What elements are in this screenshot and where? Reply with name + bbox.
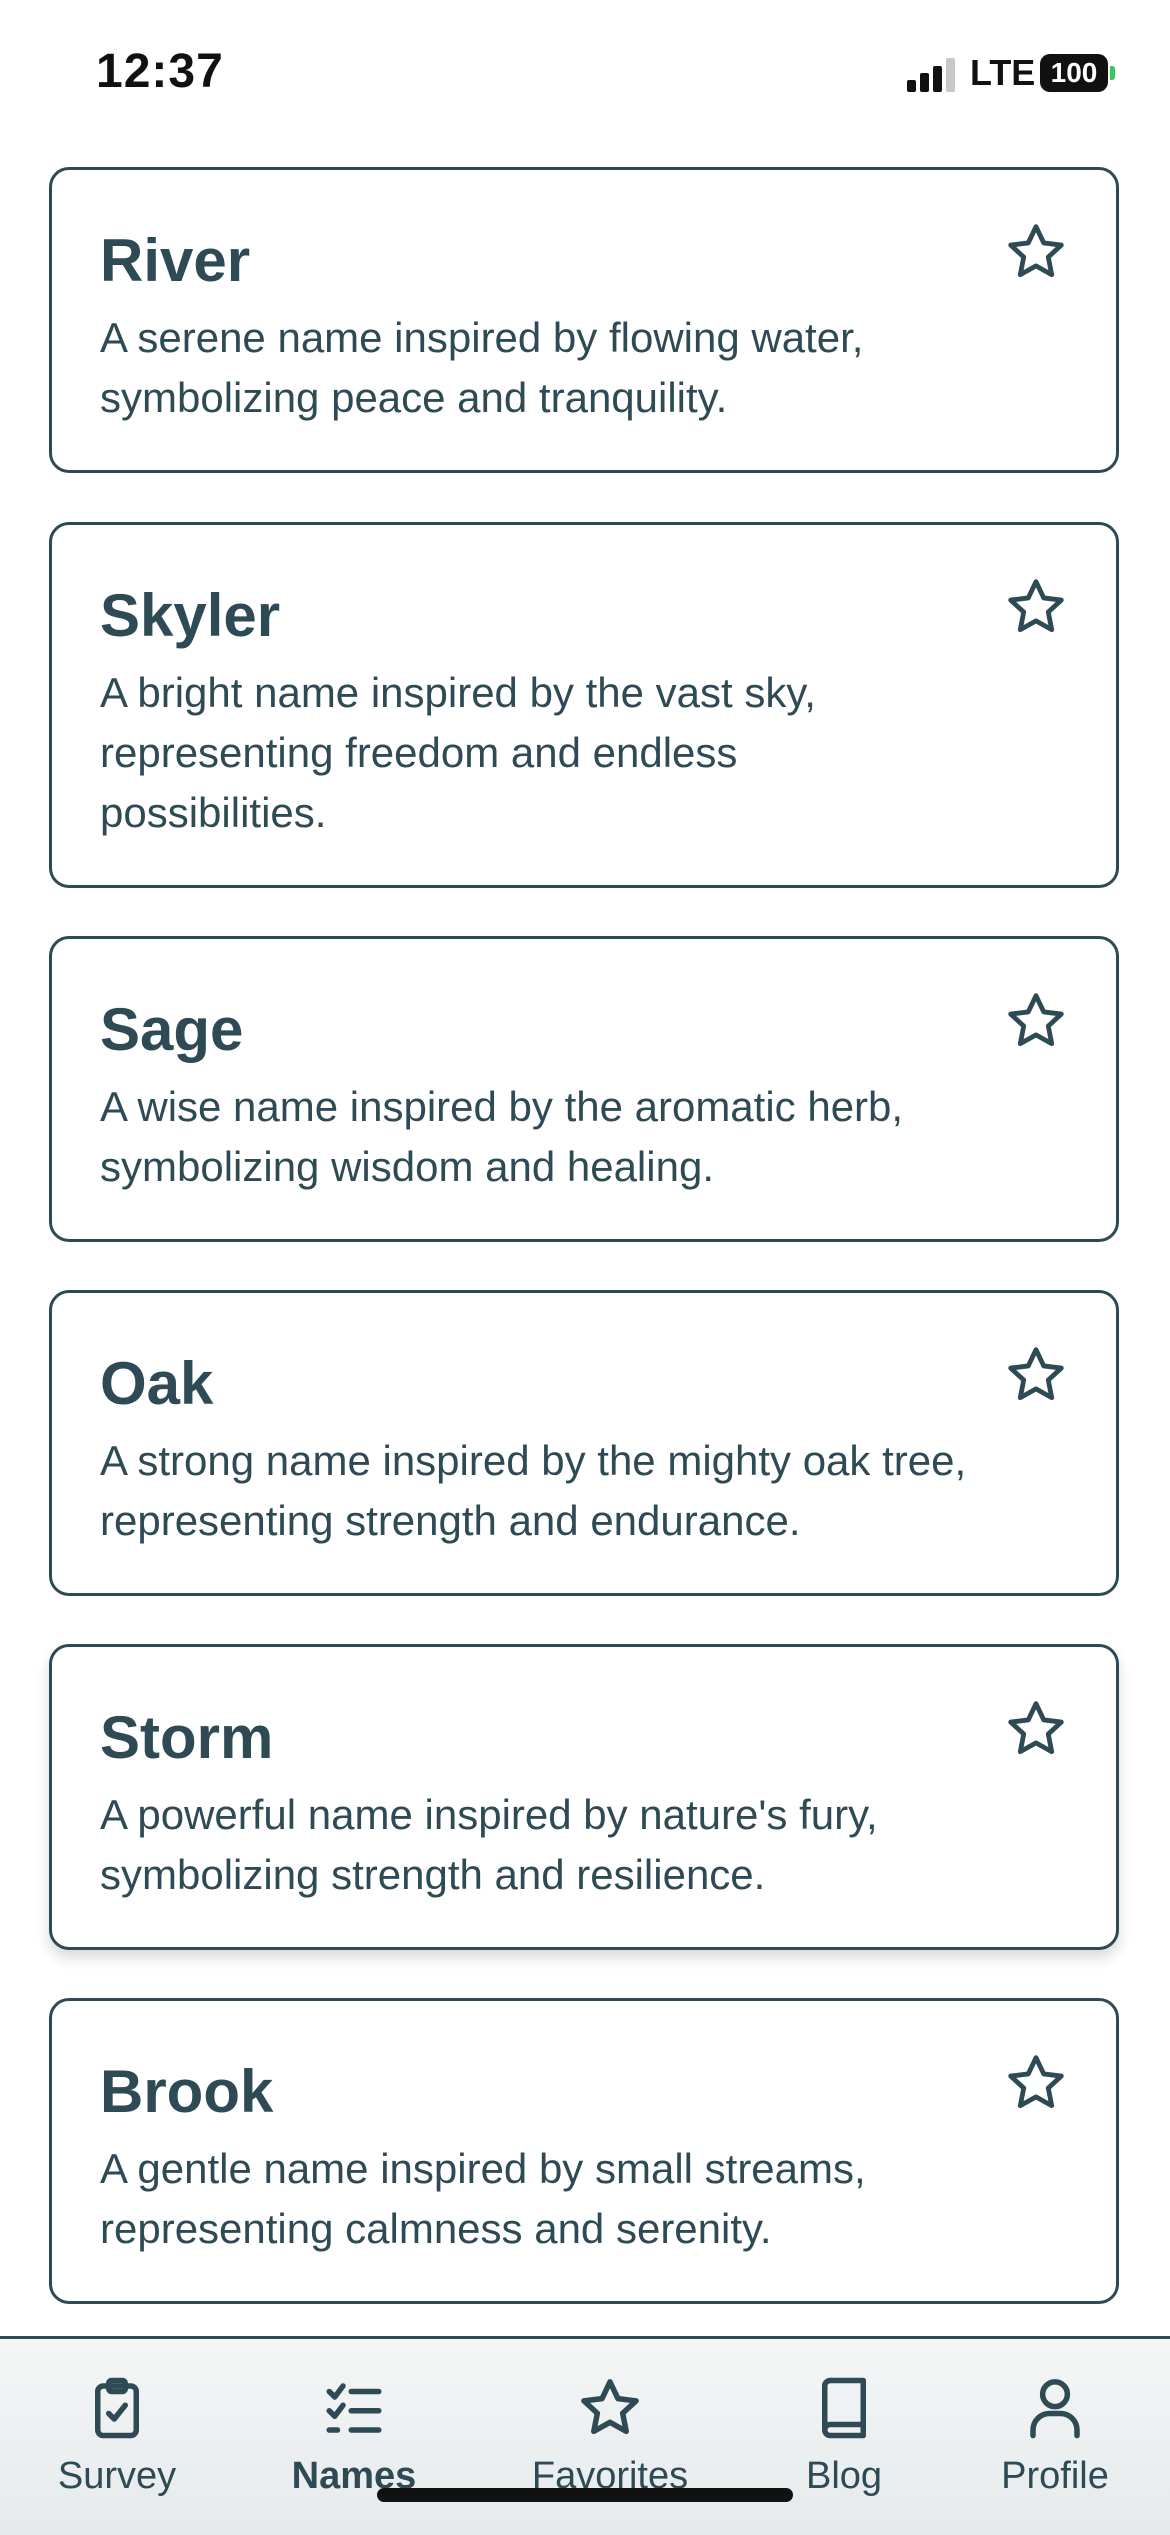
user-icon bbox=[1030, 2379, 1080, 2439]
favorite-star-icon[interactable] bbox=[1004, 2051, 1068, 2115]
name-card[interactable]: Storm A powerful name inspired by nature… bbox=[49, 1644, 1119, 1950]
name-description: A serene name inspired by flowing water,… bbox=[100, 314, 864, 421]
tab-blog[interactable]: Blog bbox=[754, 2375, 934, 2498]
favorite-star-icon[interactable] bbox=[1004, 989, 1068, 1053]
name-description: A gentle name inspired by small streams,… bbox=[100, 2145, 866, 2252]
name-card[interactable]: Sage A wise name inspired by the aromati… bbox=[49, 936, 1119, 1242]
tab-bar: Survey Names Favorites Blog Profile bbox=[0, 2336, 1170, 2535]
tab-favorites[interactable]: Favorites bbox=[520, 2375, 700, 2498]
name-description: A wise name inspired by the aromatic her… bbox=[100, 1083, 904, 1190]
name-title: Storm bbox=[100, 1704, 274, 1771]
name-card[interactable]: Brook A gentle name inspired by small st… bbox=[49, 1998, 1119, 2304]
star-icon bbox=[581, 2379, 639, 2435]
favorite-star-icon[interactable] bbox=[1004, 575, 1068, 639]
favorite-star-icon[interactable] bbox=[1004, 220, 1068, 284]
name-description: A powerful name inspired by nature's fur… bbox=[100, 1791, 878, 1898]
name-title: Brook bbox=[100, 2058, 274, 2125]
tab-label: Profile bbox=[1001, 2455, 1109, 2497]
name-title: Skyler bbox=[100, 582, 281, 649]
name-title: River bbox=[100, 227, 251, 294]
tab-survey[interactable]: Survey bbox=[27, 2375, 207, 2498]
name-description: A bright name inspired by the vast sky, … bbox=[100, 669, 816, 836]
network-type: LTE bbox=[970, 52, 1036, 93]
home-indicator[interactable] bbox=[377, 2488, 793, 2502]
tab-label: Survey bbox=[57, 2455, 177, 2497]
name-card[interactable]: Oak A strong name inspired by the mighty… bbox=[49, 1290, 1119, 1596]
favorite-star-icon[interactable] bbox=[1004, 1343, 1068, 1407]
status-time: 12:37 bbox=[96, 45, 224, 98]
battery-tip bbox=[1110, 66, 1115, 80]
signal-icon bbox=[907, 58, 955, 92]
favorite-star-icon[interactable] bbox=[1004, 1697, 1068, 1761]
tab-profile[interactable]: Profile bbox=[965, 2375, 1145, 2498]
tab-names[interactable]: Names bbox=[264, 2375, 444, 2498]
name-title: Oak bbox=[100, 1350, 214, 1417]
book-icon bbox=[822, 2377, 866, 2439]
checklist-icon bbox=[326, 2383, 382, 2433]
name-description: A strong name inspired by the mighty oak… bbox=[100, 1437, 967, 1544]
status-bar: 12:37 LTE 100 bbox=[0, 0, 1170, 150]
battery-level: 100 bbox=[1050, 57, 1098, 88]
battery-icon: 100 bbox=[1040, 54, 1108, 92]
name-card[interactable]: Skyler A bright name inspired by the vas… bbox=[49, 522, 1119, 888]
clipboard-check-icon bbox=[95, 2377, 139, 2439]
name-card[interactable]: River A serene name inspired by flowing … bbox=[49, 167, 1119, 473]
name-title: Sage bbox=[100, 996, 244, 1063]
